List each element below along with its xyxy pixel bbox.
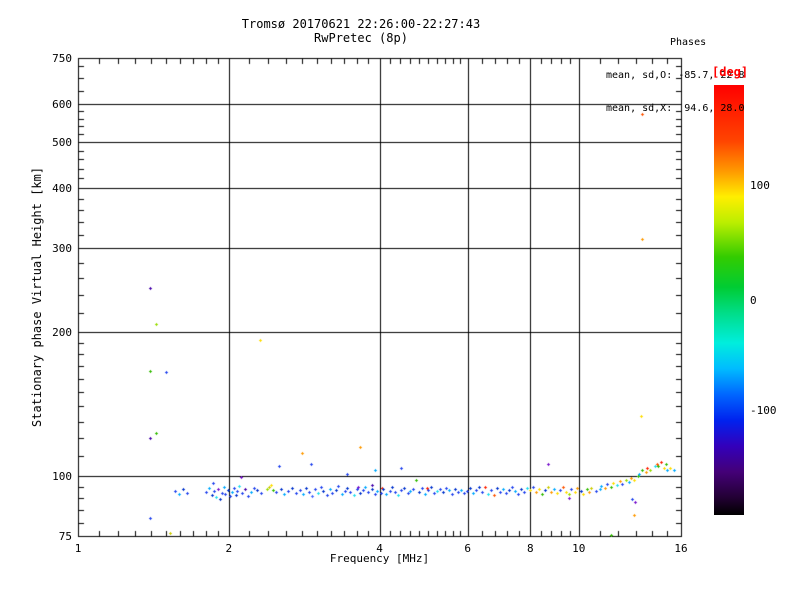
y-tick-label: 500: [40, 136, 72, 149]
y-axis-title: Stationary phase Virtual Height [km]: [30, 167, 44, 427]
colorbar: [714, 85, 744, 515]
colorbar-tick-label: 0: [750, 294, 757, 307]
phase-stats-header: Phases: [606, 37, 796, 48]
plot-title: Tromsø 20170621 22:26:00-22:27:43: [55, 17, 667, 31]
x-tick-label: 8: [515, 542, 545, 555]
phase-stats-x-mode: mean, sd,X: 94.6, 28.0: [606, 103, 796, 114]
y-tick-label: 400: [40, 182, 72, 195]
plot-subtitle: RwPretec (8p): [55, 31, 667, 45]
colorbar-label: [deg]: [712, 65, 748, 79]
colorbar-tick-label: -100: [750, 404, 777, 417]
x-tick-label: 1: [63, 542, 93, 555]
x-tick-label: 4: [365, 542, 395, 555]
colorbar-tick-label: 100: [750, 179, 770, 192]
y-tick-label: 600: [40, 98, 72, 111]
ionogram-page: { "title": { "line1": "Tromsø 20170621 2…: [0, 0, 800, 600]
y-tick-label: 100: [40, 470, 72, 483]
x-tick-label: 6: [453, 542, 483, 555]
phase-stats-block: Phases mean, sd,O: -85.7, 22.8 mean, sd,…: [606, 15, 796, 125]
x-tick-label: 2: [214, 542, 244, 555]
y-tick-label: 300: [40, 242, 72, 255]
y-tick-label: 750: [40, 52, 72, 65]
x-tick-label: 16: [666, 542, 696, 555]
phase-stats-o-mode: mean, sd,O: -85.7, 22.8: [606, 70, 796, 81]
x-tick-label: 10: [564, 542, 594, 555]
y-tick-label: 200: [40, 326, 72, 339]
